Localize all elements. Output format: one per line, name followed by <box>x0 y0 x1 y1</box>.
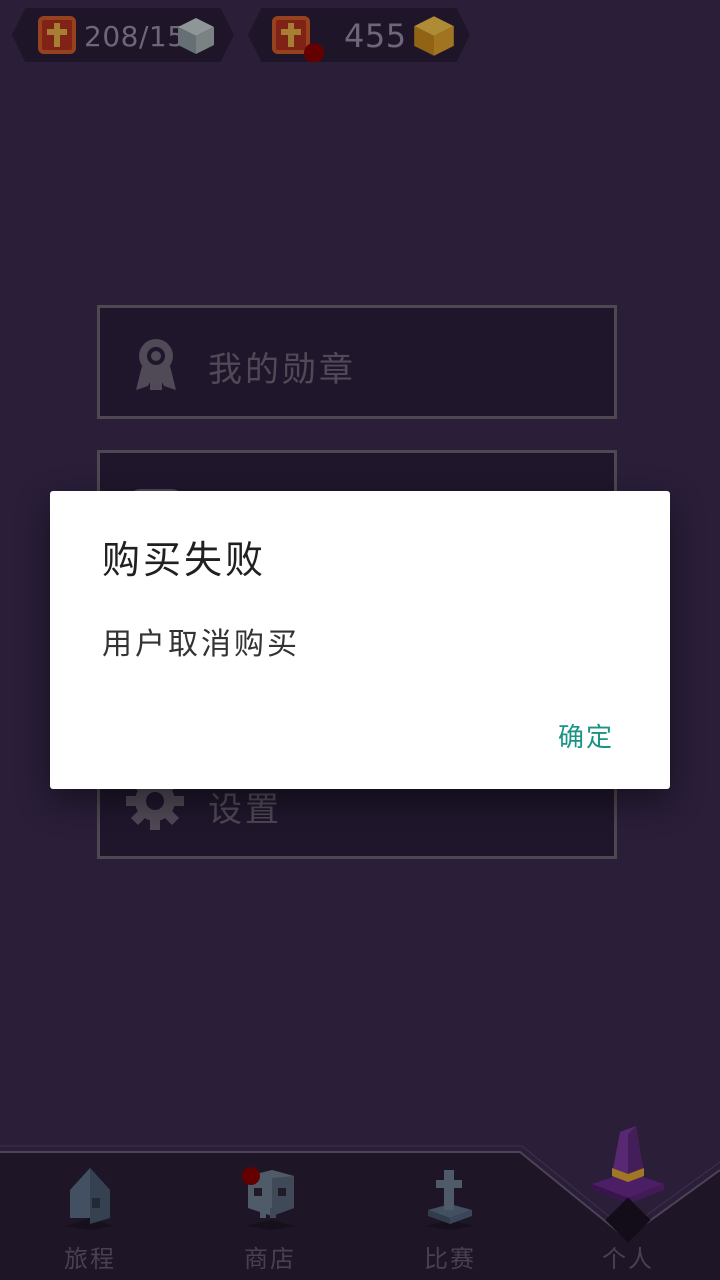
purchase-failed-dialog: 购买失败 用户取消购买 确定 <box>50 491 670 789</box>
confirm-button[interactable]: 确定 <box>558 713 614 758</box>
app-screen: 208/15 455 我的勋章 设置 旅程 商店 比赛 个人 购买失败 用户取消… <box>0 0 720 1280</box>
dialog-message: 用户取消购买 <box>102 627 300 662</box>
dialog-title: 购买失败 <box>102 538 267 582</box>
